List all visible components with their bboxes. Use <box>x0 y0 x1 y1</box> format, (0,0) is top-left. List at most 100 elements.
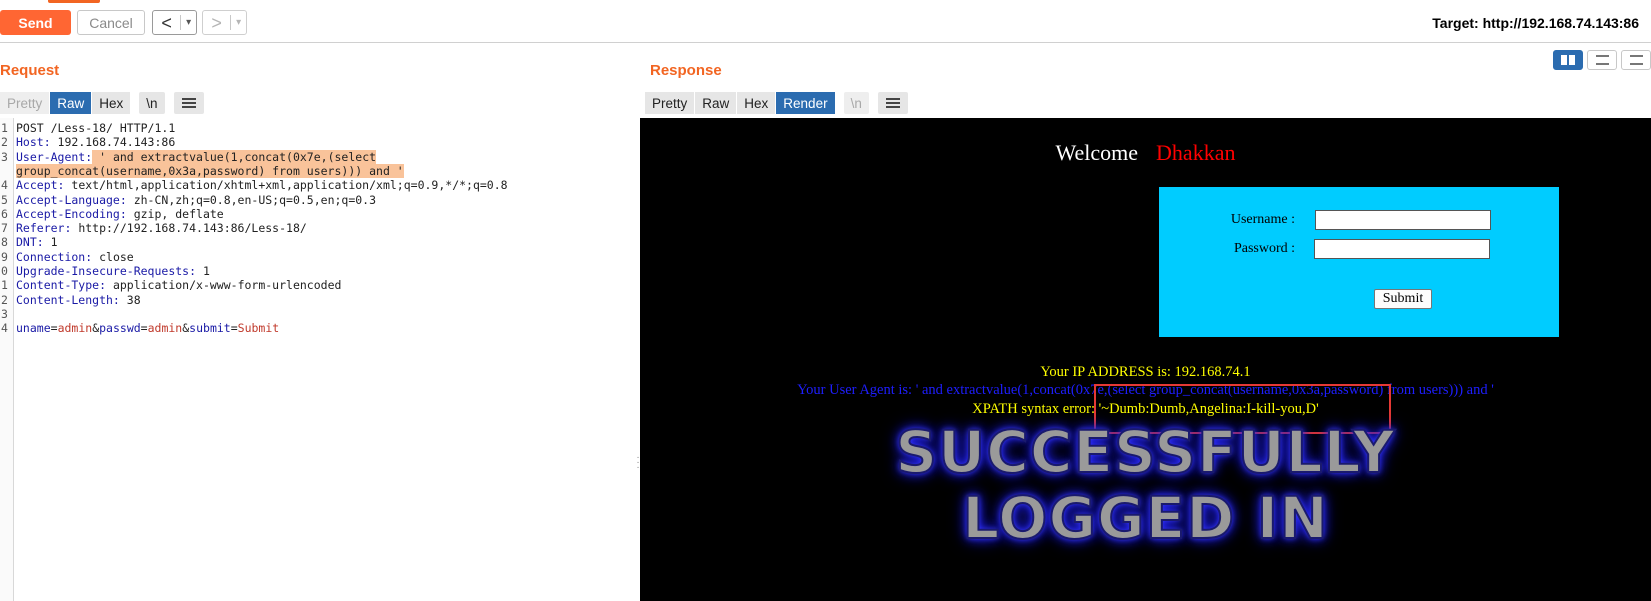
header-name: Accept-Language: <box>16 192 127 207</box>
request-line: 9 Connection: close <box>0 250 640 265</box>
header-value: 1 <box>196 264 210 278</box>
line-number: 0 <box>1 264 8 278</box>
history-back-group[interactable]: < ▾ <box>152 10 197 35</box>
request-line: group_concat(username,0x3a,password) fro… <box>0 163 640 179</box>
submit-button[interactable]: Submit <box>1374 289 1432 309</box>
welcome-name: Dhakkan <box>1156 140 1236 165</box>
cancel-button[interactable]: Cancel <box>77 10 145 35</box>
line-number: 1 <box>1 121 8 135</box>
line-number: 6 <box>1 206 8 221</box>
header-name: Host: <box>16 135 51 150</box>
header-value: text/html,application/xhtml+xml,applicat… <box>64 178 508 193</box>
active-tab-indicator <box>48 0 100 3</box>
request-line: 2 Host: 192.168.74.143:86 <box>0 135 640 150</box>
single-view-button[interactable] <box>1621 50 1651 70</box>
line-code: Content-Type: application/x-www-form-url… <box>16 278 341 293</box>
line-code: Content-Length: 38 <box>16 293 141 308</box>
response-tab-render[interactable]: Render <box>776 92 835 114</box>
password-input[interactable] <box>1314 239 1490 259</box>
line-number: 1 <box>1 278 8 293</box>
param-name: uname <box>16 321 51 336</box>
header-value: gzip, deflate <box>126 206 224 221</box>
target-url[interactable]: Target: http://192.168.74.143:86 <box>1432 15 1639 31</box>
response-tab-newline[interactable]: \n <box>843 92 869 114</box>
line-number: 3 <box>1 149 8 164</box>
single-view-icon <box>1629 55 1643 65</box>
header-name: Content-Length: <box>16 292 120 307</box>
request-body-line: 4 uname=admin&passwd=admin&submit=Submit <box>0 321 640 336</box>
header-value: zh-CN,zh;q=0.8,en-US;q=0.5,en;q=0.3 <box>126 192 377 207</box>
stacked-view-button[interactable] <box>1587 50 1617 70</box>
response-menu-button[interactable] <box>877 92 908 114</box>
request-line: 6 Accept-Encoding: gzip, deflate <box>0 207 640 222</box>
response-render-view: Welcome Dhakkan Username : Password : Sub… <box>640 118 1651 601</box>
line-code: group_concat(username,0x3a,password) fro… <box>16 163 404 179</box>
line-code: Accept: text/html,application/xhtml+xml,… <box>16 178 508 193</box>
response-tab-hex[interactable]: Hex <box>737 92 776 114</box>
request-line: 2 Content-Length: 38 <box>0 293 640 308</box>
line-code: Referer: http://192.168.74.143:86/Less-1… <box>16 221 307 236</box>
request-menu-button[interactable] <box>173 92 204 114</box>
success-banner-line1: SUCCESSFULLY <box>894 417 1396 487</box>
top-toolbar: Send Cancel < ▾ > ▾ Target: http://192.1… <box>0 0 1651 43</box>
layout-toggle <box>1549 50 1651 70</box>
line-number: 7 <box>1 221 8 236</box>
header-value: application/x-www-form-urlencoded <box>106 278 342 293</box>
header-name: User-Agent: <box>16 149 93 164</box>
header-name: Accept-Encoding: <box>16 206 127 221</box>
header-value: close <box>92 249 134 264</box>
hamburger-icon <box>181 98 196 108</box>
split-view-button[interactable] <box>1553 50 1583 70</box>
password-label: Password : <box>1233 241 1295 256</box>
line-number: 5 <box>1 192 8 207</box>
request-line: 3 User-Agent: ' and extractvalue(1,concat… <box>0 149 640 165</box>
username-input[interactable] <box>1315 210 1491 230</box>
line-code: Host: 192.168.74.143:86 <box>16 135 175 150</box>
line-number: 2 <box>1 292 8 307</box>
header-value: 192.168.74.143:86 <box>50 135 176 150</box>
request-line: 4 Accept: text/html,application/xhtml+xml… <box>0 178 640 193</box>
request-editor[interactable]: 1 POST /Less-18/ HTTP/1.1 2 Host: 192.168.7… <box>0 118 640 601</box>
response-tabs: Pretty Raw Hex Render \n <box>645 92 909 114</box>
request-line: 1 POST /Less-18/ HTTP/1.1 <box>0 121 640 136</box>
request-line: 7 Referer: http://192.168.74.143:86/Less-… <box>0 221 640 236</box>
request-tab-raw[interactable]: Raw <box>50 92 92 114</box>
param-name: submit <box>189 321 231 336</box>
back-arrow-icon[interactable]: < <box>153 12 180 34</box>
header-value: http://192.168.74.143:86/Less-18/ <box>71 221 307 236</box>
hamburger-icon <box>885 98 900 108</box>
header-name: Upgrade-Insecure-Requests: <box>16 264 197 278</box>
request-line: 8 DNT: 1 <box>0 235 640 250</box>
header-value: 38 <box>119 292 141 307</box>
request-body: uname=admin&passwd=admin&submit=Submit <box>16 321 279 336</box>
request-line: 3 <box>0 307 640 322</box>
param-value: admin <box>147 321 183 336</box>
request-line: 0 Upgrade-Insecure-Requests: 1 <box>0 264 640 279</box>
request-line: 1 Content-Type: application/x-www-form-ur… <box>0 278 640 293</box>
forward-dropdown-icon[interactable]: ▾ <box>230 15 246 30</box>
send-button[interactable]: Send <box>0 10 71 35</box>
header-name: Connection: <box>16 249 93 264</box>
line-number: 2 <box>1 135 8 150</box>
response-panel-title: Response <box>650 62 722 79</box>
param-value: Submit <box>237 321 280 336</box>
back-dropdown-icon[interactable]: ▾ <box>180 15 196 30</box>
line-number: 8 <box>1 235 8 250</box>
param-equals: = <box>140 321 148 336</box>
param-equals: = <box>50 321 58 336</box>
request-tab-hex[interactable]: Hex <box>92 92 131 114</box>
line-code: User-Agent: ' and extractvalue(1,concat(… <box>16 149 377 165</box>
line-code: Upgrade-Insecure-Requests: 1 <box>16 264 210 279</box>
response-tab-raw[interactable]: Raw <box>695 92 737 114</box>
request-tab-newline[interactable]: \n <box>139 92 165 114</box>
request-tab-pretty[interactable]: Pretty <box>0 92 50 114</box>
line-number: 3 <box>1 306 8 321</box>
response-tab-pretty[interactable]: Pretty <box>645 92 695 114</box>
param-name: passwd <box>99 321 141 336</box>
header-name: Accept: <box>16 178 65 193</box>
forward-arrow-icon[interactable]: > <box>203 12 230 34</box>
header-name: DNT: <box>16 235 44 250</box>
welcome-text: Welcome <box>1055 140 1139 165</box>
history-forward-group[interactable]: > ▾ <box>202 10 247 35</box>
welcome-heading: Welcome Dhakkan <box>640 140 1651 166</box>
